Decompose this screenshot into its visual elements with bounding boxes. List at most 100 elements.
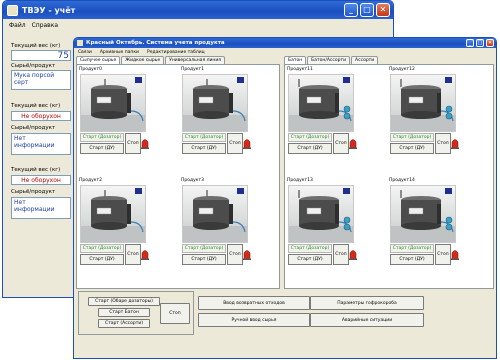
carton-params-button[interactable]: Параметры гофрокороба xyxy=(310,296,424,310)
alarm-light-icon xyxy=(451,137,459,149)
minimize-button[interactable]: _ xyxy=(466,39,474,47)
product-field[interactable]: Мука порсой серт xyxy=(11,70,71,90)
start-du-button[interactable]: Старт (ДУ) xyxy=(182,254,226,265)
start-dozer-button[interactable]: Старт (Дозатор) xyxy=(390,133,434,142)
tank-scene xyxy=(80,74,146,132)
menu-edit-tables[interactable]: Редактирование таблиц xyxy=(147,50,205,55)
product-label: Продукт2 xyxy=(79,178,102,183)
alarm-light-icon xyxy=(349,137,357,149)
start-du-button[interactable]: Старт (ДУ) xyxy=(288,254,332,265)
product-cell: Продукт2 Старт (Дозатор) Старт (ДУ) Стоп xyxy=(78,178,149,274)
alarm-light-icon xyxy=(451,248,459,260)
start-dozer-button[interactable]: Старт (Дозатор) xyxy=(182,133,226,142)
alarm-light-icon xyxy=(141,248,149,260)
tank-icon xyxy=(91,196,127,230)
maximize-button[interactable]: □ xyxy=(476,39,484,47)
menu-archive[interactable]: Архивные папки xyxy=(100,50,139,55)
stop-button[interactable]: Стоп xyxy=(227,244,243,265)
tank-icon xyxy=(299,196,339,230)
close-button[interactable]: ✕ xyxy=(376,3,390,17)
scale-group-3: Текущий вес (кг) Не оборухон Сырьё/проду… xyxy=(11,167,71,219)
stop-button[interactable]: Стоп xyxy=(227,133,243,154)
maximize-button[interactable]: □ xyxy=(360,3,374,17)
product-label: Продукт13 xyxy=(287,178,313,183)
product-field[interactable]: Нет информации xyxy=(11,197,71,219)
tab-baton[interactable]: Батон xyxy=(284,56,307,64)
product-label: Сырьё/продукт xyxy=(11,63,56,69)
tank-scene xyxy=(182,74,248,132)
right-tab-strip: Батон Батон/Ассорти Ассорти xyxy=(284,56,379,64)
front-window: Красный Октябрь. Система учета продукта … xyxy=(73,37,497,359)
start-du-button[interactable]: Старт (ДУ) xyxy=(80,254,124,265)
start-dozer-button[interactable]: Старт (Дозатор) xyxy=(80,133,124,142)
tank-scene xyxy=(288,74,354,132)
menu-file[interactable]: Файл xyxy=(9,22,26,29)
start-dozer-button[interactable]: Старт (Дозатор) xyxy=(288,244,332,253)
tab-universal-line[interactable]: Универсальная линия xyxy=(165,56,225,64)
stop-button[interactable]: Стоп xyxy=(435,133,451,154)
product-label: Продукт0 xyxy=(79,67,102,72)
product-field[interactable]: Нет информации xyxy=(11,133,71,155)
front-title-bar[interactable]: Красный Октябрь. Система учета продукта … xyxy=(74,38,496,48)
scale-group-1: Текущий вес (кг) 75 Сырьё/продукт Мука п… xyxy=(11,43,71,90)
stop-all-button[interactable]: Стоп xyxy=(160,303,190,324)
front-menu-bar: Связи Архивные папки Редактирование табл… xyxy=(74,48,496,56)
product-cell: Продукт1 Старт (Дозатор) Старт (ДУ) Стоп xyxy=(180,67,251,163)
tank-scene xyxy=(288,185,354,243)
left-tab-strip: Сыпучее сырье Жидкое сырье Универсальная… xyxy=(76,56,225,64)
start-dozer-button[interactable]: Старт (Дозатор) xyxy=(288,133,332,142)
menu-help[interactable]: Справка xyxy=(32,22,58,29)
stop-button[interactable]: Стоп xyxy=(333,244,349,265)
start-du-button[interactable]: Старт (ДУ) xyxy=(390,254,434,265)
tab-baton-assorti[interactable]: Батон/Ассорти xyxy=(307,56,351,64)
front-window-title: Красный Октябрь. Система учета продукта xyxy=(86,40,225,46)
app-icon xyxy=(77,40,83,46)
sensor-icon xyxy=(237,188,244,194)
start-dozer-button[interactable]: Старт (Дозатор) xyxy=(182,244,226,253)
alarm-light-icon xyxy=(349,248,357,260)
start-dozer-button[interactable]: Старт (Дозатор) xyxy=(80,244,124,253)
product-label: Продукт14 xyxy=(389,178,415,183)
stop-button[interactable]: Стоп xyxy=(125,133,141,154)
tab-liquid-raw[interactable]: Жидкое сырье xyxy=(121,56,165,64)
sensor-icon xyxy=(343,188,350,194)
start-baton-button[interactable]: Старт Батон xyxy=(98,308,150,317)
tank-icon xyxy=(299,85,339,119)
start-du-button[interactable]: Старт (ДУ) xyxy=(288,143,332,154)
status-field: Не оборухон xyxy=(11,175,71,185)
start-du-button[interactable]: Старт (ДУ) xyxy=(182,143,226,154)
tank-icon xyxy=(401,85,441,119)
alarm-light-icon xyxy=(243,248,251,260)
start-du-button[interactable]: Старт (ДУ) xyxy=(80,143,124,154)
minimize-button[interactable]: _ xyxy=(344,3,358,17)
sensor-icon xyxy=(135,77,142,83)
tank-icon xyxy=(193,196,229,230)
status-field: Не оборухон xyxy=(11,111,71,121)
tank-scene xyxy=(182,185,248,243)
app-icon xyxy=(7,4,18,16)
tank-scene xyxy=(390,185,456,243)
back-window-title: ТВЭУ - учёт xyxy=(22,5,76,15)
manual-raw-input-button[interactable]: Ручной ввод сырья xyxy=(198,313,310,327)
alarm-light-icon xyxy=(243,137,251,149)
back-title-bar[interactable]: ТВЭУ - учёт _ □ ✕ xyxy=(3,1,393,19)
emergency-button[interactable]: Аварийные ситуации xyxy=(310,313,424,327)
sensor-icon xyxy=(445,188,452,194)
start-du-button[interactable]: Старт (ДУ) xyxy=(390,143,434,154)
sensor-icon xyxy=(237,77,244,83)
weight-value: 75 xyxy=(11,50,71,61)
product-cell: Продукт13 Старт (Дозатор) Старт (ДУ) Сто… xyxy=(286,178,357,274)
stop-button[interactable]: Стоп xyxy=(125,244,141,265)
return-waste-button[interactable]: Ввод возвратных отходов xyxy=(198,296,310,310)
start-assorti-button[interactable]: Старт (Ассорти) xyxy=(98,319,150,328)
back-menu-bar: Файл Справка xyxy=(3,19,393,31)
tab-assorti[interactable]: Ассорти xyxy=(351,56,379,64)
start-all-dozers-button[interactable]: Старт (Обаре дозаторы) xyxy=(88,297,160,306)
tab-bulk-raw[interactable]: Сыпучее сырье xyxy=(76,56,121,64)
stop-button[interactable]: Стоп xyxy=(435,244,451,265)
stop-button[interactable]: Стоп xyxy=(333,133,349,154)
start-dozer-button[interactable]: Старт (Дозатор) xyxy=(390,244,434,253)
menu-links[interactable]: Связи xyxy=(78,50,92,55)
close-button[interactable]: ✕ xyxy=(486,39,494,47)
product-cell: Продукт3 Старт (Дозатор) Старт (ДУ) Стоп xyxy=(180,178,251,274)
